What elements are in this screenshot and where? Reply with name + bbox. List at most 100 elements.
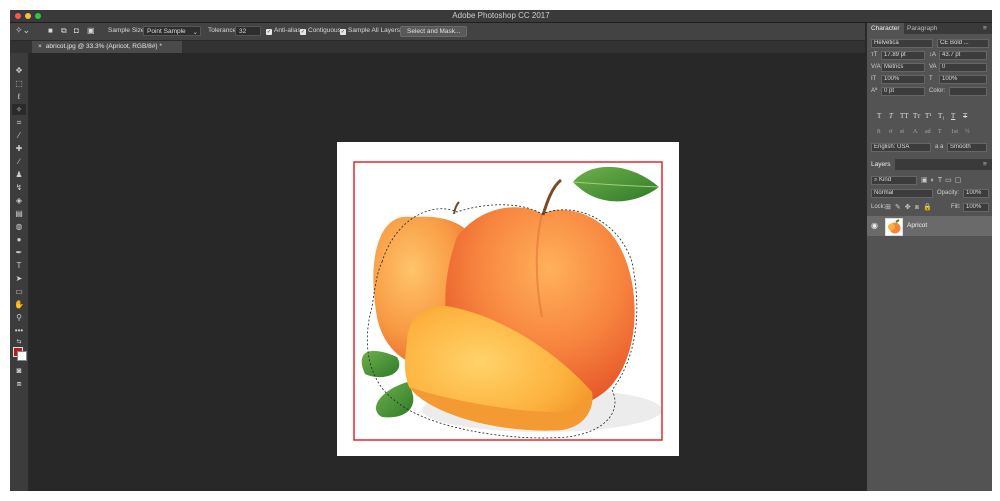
move-tool-icon[interactable]: ✥ <box>12 65 26 76</box>
swash-button[interactable]: A <box>913 129 917 135</box>
old-style-button[interactable]: ơ <box>889 129 892 135</box>
lock-icons[interactable]: ⊞✎✥⧈🔒 <box>885 203 936 212</box>
faux-italic-button[interactable]: T <box>889 112 893 120</box>
layer-row-apricot[interactable]: ◉ Apricot <box>867 216 992 236</box>
anti-alias-checkbox[interactable]: ✓ Anti-alias <box>266 27 301 35</box>
magic-wand-tool-icon[interactable]: ✧ <box>12 104 26 115</box>
underline-button[interactable]: T <box>951 112 955 120</box>
baseline-shift-input[interactable]: 0 pt <box>881 87 925 96</box>
font-size-icon: ᴛT <box>871 52 878 58</box>
layer-filter-select[interactable]: ⌕ Kind <box>871 176 917 185</box>
font-family-select[interactable]: Helvetica <box>871 39 933 48</box>
type-tool-icon[interactable]: T <box>12 260 26 271</box>
panel-menu-icon[interactable]: ≡ <box>979 23 991 34</box>
document-tab-bar: × abricot.jpg @ 33.3% (Apricot, RGB/8#) * <box>10 41 865 53</box>
rectangle-tool-icon[interactable]: ▭ <box>12 286 26 297</box>
healing-brush-tool-icon[interactable]: ✚ <box>12 143 26 154</box>
options-bar: ✧⌄ ■ ⧉ ◘ ▣ Sample Size: Point Sample ⌄ To… <box>10 23 865 41</box>
more-tools-icon[interactable]: ••• <box>12 325 26 336</box>
check-icon: ✓ <box>266 29 272 35</box>
dodge-tool-icon[interactable]: ● <box>12 234 26 245</box>
magic-wand-icon[interactable]: ✧⌄ <box>15 25 30 36</box>
tab-paragraph[interactable]: Paragraph <box>903 23 941 34</box>
sample-size-select[interactable]: Point Sample ⌄ <box>143 26 201 36</box>
antialias-icon: a a <box>935 144 944 150</box>
faux-bold-button[interactable]: T <box>877 112 881 120</box>
language-select[interactable]: English: USA <box>871 143 931 152</box>
right-panels: Character Paragraph ≡ Helvetica CE Bold … <box>866 23 992 491</box>
zoom-tool-icon[interactable]: ⚲ <box>12 312 26 323</box>
photoshop-window: Adobe Photoshop CC 2017 ✧⌄ ■ ⧉ ◘ ▣ Sampl… <box>10 10 992 491</box>
antialias-select[interactable]: Smooth <box>947 143 987 152</box>
quick-mask-icon[interactable]: ◙ <box>12 365 26 376</box>
check-icon: ✓ <box>300 29 306 35</box>
canvas-area[interactable] <box>29 53 865 491</box>
subscript-button[interactable]: T₁ <box>938 112 945 120</box>
blend-mode-select[interactable]: Normal <box>871 189 933 198</box>
stylistic-alternates-button[interactable]: ad <box>925 129 931 135</box>
leading-input[interactable]: 43.7 pt <box>939 51 987 60</box>
path-selection-tool-icon[interactable]: ➤ <box>12 273 26 284</box>
horizontal-scale-icon: T <box>929 76 933 82</box>
crop-tool-icon[interactable]: ⌗ <box>12 117 26 128</box>
selection-mode-add-icon[interactable]: ⧉ <box>61 26 67 36</box>
layers-panel-menu-icon[interactable]: ≡ <box>979 159 991 170</box>
ligatures-button[interactable]: fi <box>877 129 881 135</box>
document-tab[interactable]: × abricot.jpg @ 33.3% (Apricot, RGB/8#) * <box>32 41 182 53</box>
history-brush-tool-icon[interactable]: ↯ <box>12 182 26 193</box>
vertical-scale-input[interactable]: 100% <box>881 75 925 84</box>
superscript-button[interactable]: T¹ <box>925 112 931 120</box>
tab-character[interactable]: Character <box>867 23 904 34</box>
horizontal-scale-input[interactable]: 100% <box>939 75 987 84</box>
tolerance-input[interactable]: 32 <box>235 26 261 36</box>
baseline-shift-icon: Aª <box>871 88 878 94</box>
brush-tool-icon[interactable]: ∕ <box>12 156 26 167</box>
fill-input[interactable]: 100% <box>963 203 989 212</box>
background-color-swatch[interactable] <box>17 351 27 361</box>
all-caps-button[interactable]: TT <box>900 112 909 120</box>
blur-tool-icon[interactable]: ◍ <box>12 221 26 232</box>
close-tab-icon[interactable]: × <box>38 43 42 50</box>
clone-stamp-tool-icon[interactable]: ♟ <box>12 169 26 180</box>
titling-button[interactable]: T <box>938 129 942 135</box>
small-caps-button[interactable]: Tт <box>913 112 920 120</box>
eye-icon[interactable]: ◉ <box>871 221 878 230</box>
eyedropper-tool-icon[interactable]: ⁄ <box>12 130 26 141</box>
document-canvas[interactable] <box>337 142 679 456</box>
lasso-tool-icon[interactable]: ℓ <box>12 91 26 102</box>
title-bar: Adobe Photoshop CC 2017 <box>10 10 992 23</box>
tracking-input[interactable]: 0 <box>939 63 987 72</box>
tab-layers[interactable]: Layers <box>867 159 895 170</box>
hand-tool-icon[interactable]: ✋ <box>12 299 26 310</box>
selection-mode-new-icon[interactable]: ■ <box>48 26 53 35</box>
font-size-input[interactable]: 17.89 pt <box>881 51 925 60</box>
select-and-mask-button[interactable]: Select and Mask... <box>400 26 468 37</box>
tolerance-label: Tolerance: <box>208 27 238 34</box>
font-style-select[interactable]: CE Bold ... <box>937 39 989 48</box>
fractions-button[interactable]: ½ <box>965 129 970 135</box>
contiguous-checkbox[interactable]: ✓ Contiguous <box>300 27 341 35</box>
opacity-input[interactable]: 100% <box>963 189 989 198</box>
screen-mode-icon[interactable]: ⧈ <box>12 378 26 389</box>
selection-mode-intersect-icon[interactable]: ▣ <box>87 26 95 35</box>
fill-label: Fill: <box>951 204 961 210</box>
tracking-icon: VA <box>929 64 937 70</box>
pen-tool-icon[interactable]: ✒ <box>12 247 26 258</box>
sample-all-layers-checkbox[interactable]: ✓ Sample All Layers <box>340 27 400 35</box>
selection-mode-subtract-icon[interactable]: ◘ <box>74 26 79 35</box>
layer-thumbnail <box>885 218 903 236</box>
gradient-tool-icon[interactable]: ▤ <box>12 208 26 219</box>
opacity-label: Opacity: <box>937 190 960 196</box>
marquee-tool-icon[interactable]: ⬚ <box>12 78 26 89</box>
kerning-select[interactable]: Metrics <box>881 63 925 72</box>
check-icon: ✓ <box>340 29 346 35</box>
leading-icon: ↕A <box>929 52 937 58</box>
discretionary-ligatures-button[interactable]: st <box>900 129 904 135</box>
eraser-tool-icon[interactable]: ◈ <box>12 195 26 206</box>
layer-filter-icons[interactable]: ▣◐T▭▢ <box>921 176 964 184</box>
ordinals-button[interactable]: 1st <box>951 129 958 135</box>
strikethrough-button[interactable]: T <box>963 112 967 120</box>
text-color-swatch[interactable] <box>949 87 987 96</box>
vertical-scale-icon: IT <box>871 76 877 82</box>
layers-panel-header: Layers ≡ <box>867 159 992 170</box>
